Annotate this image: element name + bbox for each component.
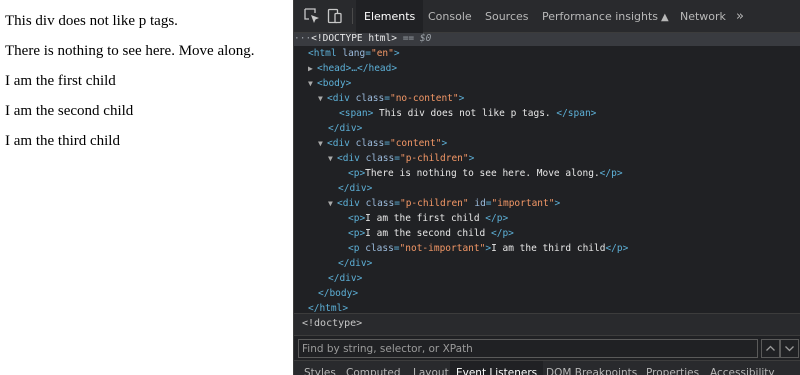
breadcrumb-item-doctype[interactable]: <!doctype> bbox=[302, 318, 362, 329]
search-bar bbox=[294, 335, 800, 360]
tab-event-listeners[interactable]: Event Listeners bbox=[450, 361, 544, 375]
tab-accessibility[interactable]: Accessibility bbox=[704, 361, 781, 375]
devtools-panel: Elements Console Sources Performance ins… bbox=[293, 0, 800, 375]
sidebar-tabs: Styles Computed Layout Event Listeners D… bbox=[294, 360, 800, 375]
p-nothing-text: There is nothing to see here. Move along… bbox=[5, 43, 255, 59]
tab-network-label: Network bbox=[680, 10, 726, 23]
collapse-arrow-icon[interactable]: ▼ bbox=[328, 196, 337, 211]
tab-sources[interactable]: Sources bbox=[477, 0, 537, 33]
dom-node-div-close: </div> bbox=[328, 123, 363, 134]
collapse-arrow-icon[interactable]: ▼ bbox=[328, 151, 337, 166]
dom-node-div-close: </div> bbox=[338, 258, 373, 269]
search-next-button[interactable] bbox=[780, 339, 799, 358]
page-viewport: This div does not like p tags. There is … bbox=[0, 0, 293, 375]
chevron-up-icon bbox=[766, 345, 775, 351]
tab-computed[interactable]: Computed bbox=[340, 361, 407, 375]
p-third-child-text: I am the third child bbox=[5, 133, 120, 149]
dom-node-body[interactable]: ▼ <body> bbox=[294, 76, 800, 91]
collapse-arrow-icon[interactable]: ▼ bbox=[308, 76, 317, 91]
dom-node-html-close: </html> bbox=[308, 303, 349, 313]
experimental-flask-icon: ▲ bbox=[661, 12, 669, 23]
chevron-down-icon bbox=[785, 346, 794, 352]
no-content-span-text: This div does not like p tags. bbox=[5, 13, 178, 29]
p-first-child-text: I am the first child bbox=[5, 73, 116, 89]
inspect-element-icon[interactable] bbox=[303, 7, 321, 25]
dom-node-html[interactable]: <html lang="en"> bbox=[294, 46, 800, 61]
dom-node-div-no-content[interactable]: ▼ <div class="no-content"> bbox=[294, 91, 800, 106]
dom-node-head[interactable]: ▶ <head>…</head> bbox=[294, 61, 800, 76]
dom-node-ellipsis[interactable]: ··· bbox=[294, 33, 311, 44]
tab-console-label: Console bbox=[428, 10, 472, 23]
expand-arrow-icon[interactable]: ▶ bbox=[308, 61, 317, 76]
tab-elements-label: Elements bbox=[364, 10, 416, 23]
more-tabs-chevron-icon[interactable]: » bbox=[728, 0, 752, 33]
dom-node-div-p-children-important[interactable]: ▼ <div class="p-children" id="important"> bbox=[294, 196, 800, 211]
device-toolbar-icon[interactable] bbox=[326, 7, 344, 25]
collapse-arrow-icon[interactable]: ▼ bbox=[318, 136, 327, 151]
dom-node-p-third[interactable]: <p class="not-important">I am the third … bbox=[294, 241, 800, 256]
dom-node-p-nothing[interactable]: <p>There is nothing to see here. Move al… bbox=[294, 166, 800, 181]
tab-styles[interactable]: Styles bbox=[298, 361, 342, 375]
dom-node-div-close: </div> bbox=[328, 273, 363, 284]
search-input[interactable] bbox=[298, 339, 758, 358]
dom-tree: ···<!DOCTYPE html> == $0 <html lang="en"… bbox=[294, 33, 800, 313]
tab-console[interactable]: Console bbox=[420, 0, 480, 33]
tab-performance-insights-label: Performance insights bbox=[542, 10, 659, 23]
breadcrumb: <!doctype> bbox=[294, 313, 800, 335]
tab-layout[interactable]: Layout bbox=[407, 361, 455, 375]
p-second-child-text: I am the second child bbox=[5, 103, 134, 119]
tab-elements[interactable]: Elements bbox=[356, 0, 424, 33]
collapse-arrow-icon[interactable]: ▼ bbox=[318, 91, 327, 106]
tab-network[interactable]: Network bbox=[672, 0, 734, 33]
dom-node-span[interactable]: <span> This div does not like p tags. </… bbox=[294, 106, 800, 121]
tab-dom-breakpoints[interactable]: DOM Breakpoints bbox=[540, 361, 643, 375]
dom-node-p-first[interactable]: <p>I am the first child </p> bbox=[294, 211, 800, 226]
dom-node-body-close: </body> bbox=[318, 288, 359, 299]
tab-sources-label: Sources bbox=[485, 10, 529, 23]
tab-properties[interactable]: Properties bbox=[640, 361, 705, 375]
dom-node-div-content[interactable]: ▼ <div class="content"> bbox=[294, 136, 800, 151]
tab-performance-insights[interactable]: Performance insights ▲ bbox=[534, 0, 677, 33]
dom-node-doctype[interactable]: ···<!DOCTYPE html> == $0 bbox=[294, 33, 800, 46]
dom-node-p-second[interactable]: <p>I am the second child </p> bbox=[294, 226, 800, 241]
toolbar-divider bbox=[352, 8, 353, 24]
devtools-tab-bar: Elements Console Sources Performance ins… bbox=[294, 0, 800, 33]
search-prev-button[interactable] bbox=[761, 339, 780, 358]
dom-node-div-close: </div> bbox=[338, 183, 373, 194]
dom-node-div-p-children-1[interactable]: ▼ <div class="p-children"> bbox=[294, 151, 800, 166]
